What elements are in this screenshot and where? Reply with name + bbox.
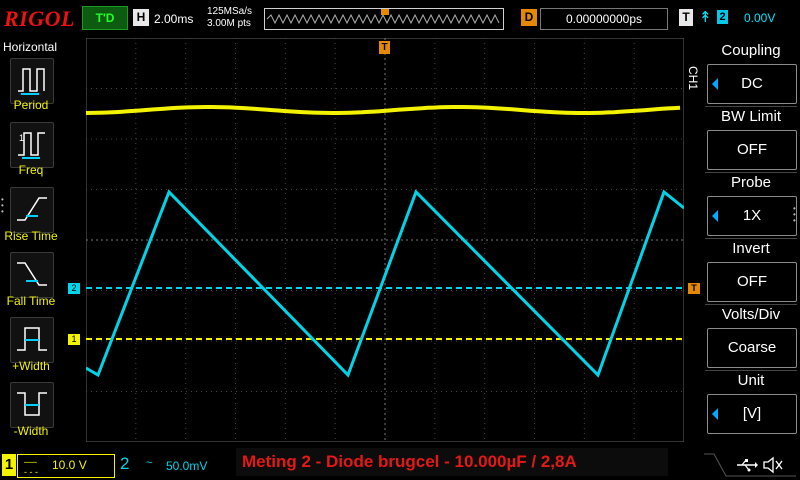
freq-button[interactable]: 1 bbox=[10, 122, 54, 168]
ch2-scale[interactable]: 50.0mV bbox=[166, 459, 207, 473]
bw-limit-title: BW Limit bbox=[721, 108, 781, 125]
bw-limit-button[interactable]: OFF bbox=[707, 130, 797, 170]
screen-caption: Meting 2 - Diode brugcel - 10.000µF / 2,… bbox=[236, 448, 668, 476]
delay-badge: D bbox=[521, 9, 537, 26]
period-icon bbox=[18, 68, 45, 95]
volts-div-value: Coarse bbox=[727, 339, 777, 356]
probe-value: 1X bbox=[742, 207, 762, 224]
menu-divider bbox=[705, 370, 797, 371]
trigger-level[interactable]: 0.00V bbox=[744, 11, 775, 25]
invert-value: OFF bbox=[737, 273, 767, 290]
coupling-title: Coupling bbox=[721, 42, 781, 59]
waveform-display[interactable] bbox=[86, 38, 684, 442]
trigger-position-marker[interactable]: T bbox=[379, 41, 390, 54]
unit-title: Unit bbox=[737, 372, 765, 389]
freq-label: Freq bbox=[18, 163, 44, 177]
page-dots-right: • • • bbox=[793, 204, 796, 225]
sample-rate: 125MSa/s bbox=[207, 6, 253, 17]
unit-value: [V] bbox=[742, 405, 762, 422]
menu-divider bbox=[705, 304, 797, 305]
coupling-value: DC bbox=[741, 75, 763, 92]
speaker-mute-icon[interactable] bbox=[762, 456, 784, 474]
pos-width-icon bbox=[17, 327, 47, 351]
probe-title: Probe bbox=[730, 174, 772, 191]
ch1-number[interactable]: 1 bbox=[2, 454, 16, 476]
fall-time-icon bbox=[17, 262, 47, 286]
menu-divider bbox=[705, 172, 797, 173]
freq-icon: 1 bbox=[18, 132, 45, 159]
trigger-status-badge[interactable]: T'D bbox=[82, 6, 128, 30]
pos-width-button[interactable] bbox=[10, 317, 54, 363]
invert-button[interactable]: OFF bbox=[707, 262, 797, 302]
menu-divider bbox=[705, 106, 797, 107]
neg-width-label: -Width bbox=[13, 424, 49, 438]
pos-width-label: +Width bbox=[12, 359, 50, 373]
volts-div-title: Volts/Div bbox=[721, 306, 781, 323]
left-menu-title: Horizontal bbox=[3, 40, 58, 54]
page-dots-top: • • • bbox=[1, 195, 4, 216]
ch1-level-marker[interactable]: 1 bbox=[68, 334, 80, 345]
unit-button[interactable]: [V] bbox=[707, 394, 797, 434]
acquisition-info: 125MSa/s 3.00M pts bbox=[207, 6, 252, 30]
channel-tab[interactable]: CH1 bbox=[686, 66, 700, 90]
trigger-badge: T bbox=[679, 9, 693, 26]
rising-edge-icon[interactable]: ↟ bbox=[699, 8, 712, 26]
rise-time-icon bbox=[17, 197, 47, 221]
menu-divider bbox=[705, 238, 797, 239]
rise-time-button[interactable] bbox=[10, 187, 54, 233]
volts-div-button[interactable]: Coarse bbox=[707, 328, 797, 368]
neg-width-icon bbox=[17, 392, 47, 416]
probe-button[interactable]: 1X bbox=[707, 196, 797, 236]
dc-coupling-icon: ── - - - bbox=[24, 457, 38, 477]
timebase-value[interactable]: 2.00ms bbox=[154, 12, 193, 26]
fall-time-button[interactable] bbox=[10, 252, 54, 298]
memory-overview-waveform bbox=[266, 9, 500, 25]
rigol-logo: RIGOL bbox=[4, 6, 75, 31]
neg-width-button[interactable] bbox=[10, 382, 54, 428]
coupling-button[interactable]: DC bbox=[707, 64, 797, 104]
ch2-level-marker[interactable]: 2 bbox=[68, 283, 80, 294]
ac-coupling-icon: ~ bbox=[146, 457, 153, 469]
period-label: Period bbox=[13, 98, 49, 112]
ch2-number[interactable]: 2 bbox=[120, 454, 129, 474]
rise-time-label: Rise Time bbox=[4, 229, 58, 243]
fall-time-label: Fall Time bbox=[6, 294, 56, 308]
ch1-scale[interactable]: 10.0 V bbox=[52, 458, 87, 472]
usb-icon bbox=[737, 459, 758, 472]
horizontal-delay-value[interactable]: 0.00000000ps bbox=[540, 8, 668, 30]
bw-limit-value: OFF bbox=[737, 141, 767, 158]
memory-overview-strip[interactable] bbox=[264, 8, 504, 30]
horizontal-badge: H bbox=[133, 9, 149, 26]
trigger-source[interactable]: 2 bbox=[717, 10, 728, 24]
memory-depth: 3.00M pts bbox=[207, 18, 251, 29]
invert-title: Invert bbox=[732, 240, 770, 257]
svg-text:1: 1 bbox=[19, 133, 24, 143]
trigger-level-marker[interactable]: T bbox=[688, 283, 700, 294]
